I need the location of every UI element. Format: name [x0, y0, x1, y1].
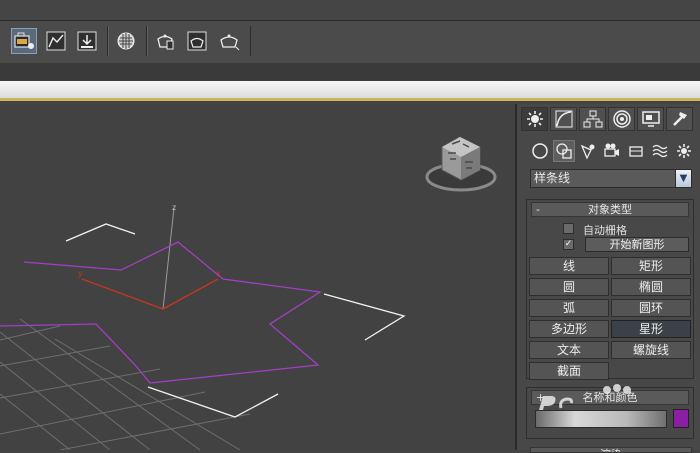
arc-button[interactable]: 弧: [529, 299, 609, 317]
perspective-viewport[interactable]: z y x: [0, 104, 515, 450]
display-tab[interactable]: [637, 107, 664, 131]
helix-button[interactable]: 螺旋线: [611, 341, 691, 359]
main-toolbar: [0, 0, 700, 63]
rendering-rollout-title: 渲染: [600, 448, 622, 452]
modify-curve-icon: [555, 110, 572, 128]
auto-grid-label: 自动栅格: [583, 224, 627, 237]
object-type-rollout-header[interactable]: - 对象类型: [531, 202, 689, 217]
toolbar-strip: [0, 20, 700, 63]
rendering-rollout-header[interactable]: 渲染: [530, 447, 692, 453]
create-category-tabs: [527, 140, 697, 162]
toolbar-gap: [0, 63, 700, 81]
hierarchy-tab[interactable]: [579, 107, 606, 131]
toolbar-separator-light: [108, 26, 109, 56]
cameras-icon[interactable]: [601, 140, 623, 162]
viewport-canvas[interactable]: z y x: [0, 104, 515, 450]
object-type-rollout: - 对象类型 自动栅格 ✓ 开始新图形 线 矩形 圆 椭圆 弧 圆环 多边形 星…: [526, 199, 694, 380]
star-button[interactable]: 星形: [611, 320, 691, 338]
create-sun-icon: [526, 111, 543, 127]
render-setup-icon[interactable]: [11, 28, 37, 54]
shapes-icon[interactable]: [553, 140, 575, 162]
start-new-shape-row[interactable]: ✓: [563, 238, 583, 252]
toolbar-separator-light: [147, 26, 148, 56]
start-new-shape-button[interactable]: 开始新图形: [585, 237, 689, 252]
helpers-icon[interactable]: [625, 140, 647, 162]
toolbar-separator: [250, 26, 251, 56]
category-dropdown[interactable]: 样条线 ▼: [530, 169, 692, 188]
chevron-down-icon[interactable]: ▼: [675, 170, 691, 187]
category-dropdown-value: 样条线: [534, 171, 571, 185]
spacewarps-icon[interactable]: [649, 140, 671, 162]
axis-label-z: z: [172, 203, 176, 212]
graph-editor-icon[interactable]: [43, 28, 69, 54]
hierarchy-icon: [583, 110, 602, 128]
star-spline[interactable]: [0, 241, 322, 384]
auto-grid-row[interactable]: 自动栅格: [563, 222, 683, 237]
start-new-shape-checkbox[interactable]: ✓: [563, 239, 574, 250]
motion-tab[interactable]: [608, 107, 635, 131]
name-and-color-title: 名称和颜色: [582, 391, 638, 404]
command-panel: 样条线 ▼ - 对象类型 自动栅格 ✓ 开始新图形 线 矩形 圆 椭圆 弧 圆环…: [515, 104, 700, 453]
circle-button[interactable]: 圆: [529, 278, 609, 296]
object-type-title: 对象类型: [588, 203, 632, 216]
name-and-color-rollout-header[interactable]: + 名称和颜色: [531, 390, 689, 405]
render-frame-icon[interactable]: [74, 28, 100, 54]
axis-label-y: y: [78, 269, 83, 278]
utilities-tab[interactable]: [666, 107, 693, 131]
section-button[interactable]: 截面: [529, 362, 609, 380]
ribbon-bar[interactable]: [0, 81, 700, 101]
render-iterative-icon[interactable]: [184, 28, 210, 54]
ellipse-button[interactable]: 椭圆: [611, 278, 691, 296]
name-and-color-rollout: + 名称和颜色: [526, 387, 694, 439]
expand-icon: +: [536, 391, 546, 404]
geometry-icon[interactable]: [529, 140, 551, 162]
ngon-button[interactable]: 多边形: [529, 320, 609, 338]
render-activeshade-icon[interactable]: [216, 28, 242, 54]
motion-icon: [612, 110, 631, 128]
donut-button[interactable]: 圆环: [611, 299, 691, 317]
object-name-field[interactable]: [535, 410, 667, 428]
display-monitor-icon: [641, 111, 660, 127]
modify-tab[interactable]: [550, 107, 577, 131]
object-color-swatch[interactable]: [673, 409, 689, 428]
lights-icon[interactable]: [577, 140, 599, 162]
material-editor-icon[interactable]: [113, 28, 139, 54]
utilities-hammer-icon: [672, 112, 687, 126]
auto-grid-checkbox[interactable]: [563, 223, 574, 234]
systems-icon[interactable]: [673, 140, 695, 162]
create-tab[interactable]: [521, 107, 548, 131]
viewcube[interactable]: [425, 136, 497, 192]
collapse-icon: -: [536, 203, 540, 216]
line-button[interactable]: 线: [529, 257, 609, 275]
command-panel-tabs: [521, 107, 699, 131]
selection-bracket: [65, 223, 406, 418]
text-button[interactable]: 文本: [529, 341, 609, 359]
rectangle-button[interactable]: 矩形: [611, 257, 691, 275]
render-production-icon[interactable]: [152, 28, 178, 54]
home-grid: [0, 318, 251, 450]
